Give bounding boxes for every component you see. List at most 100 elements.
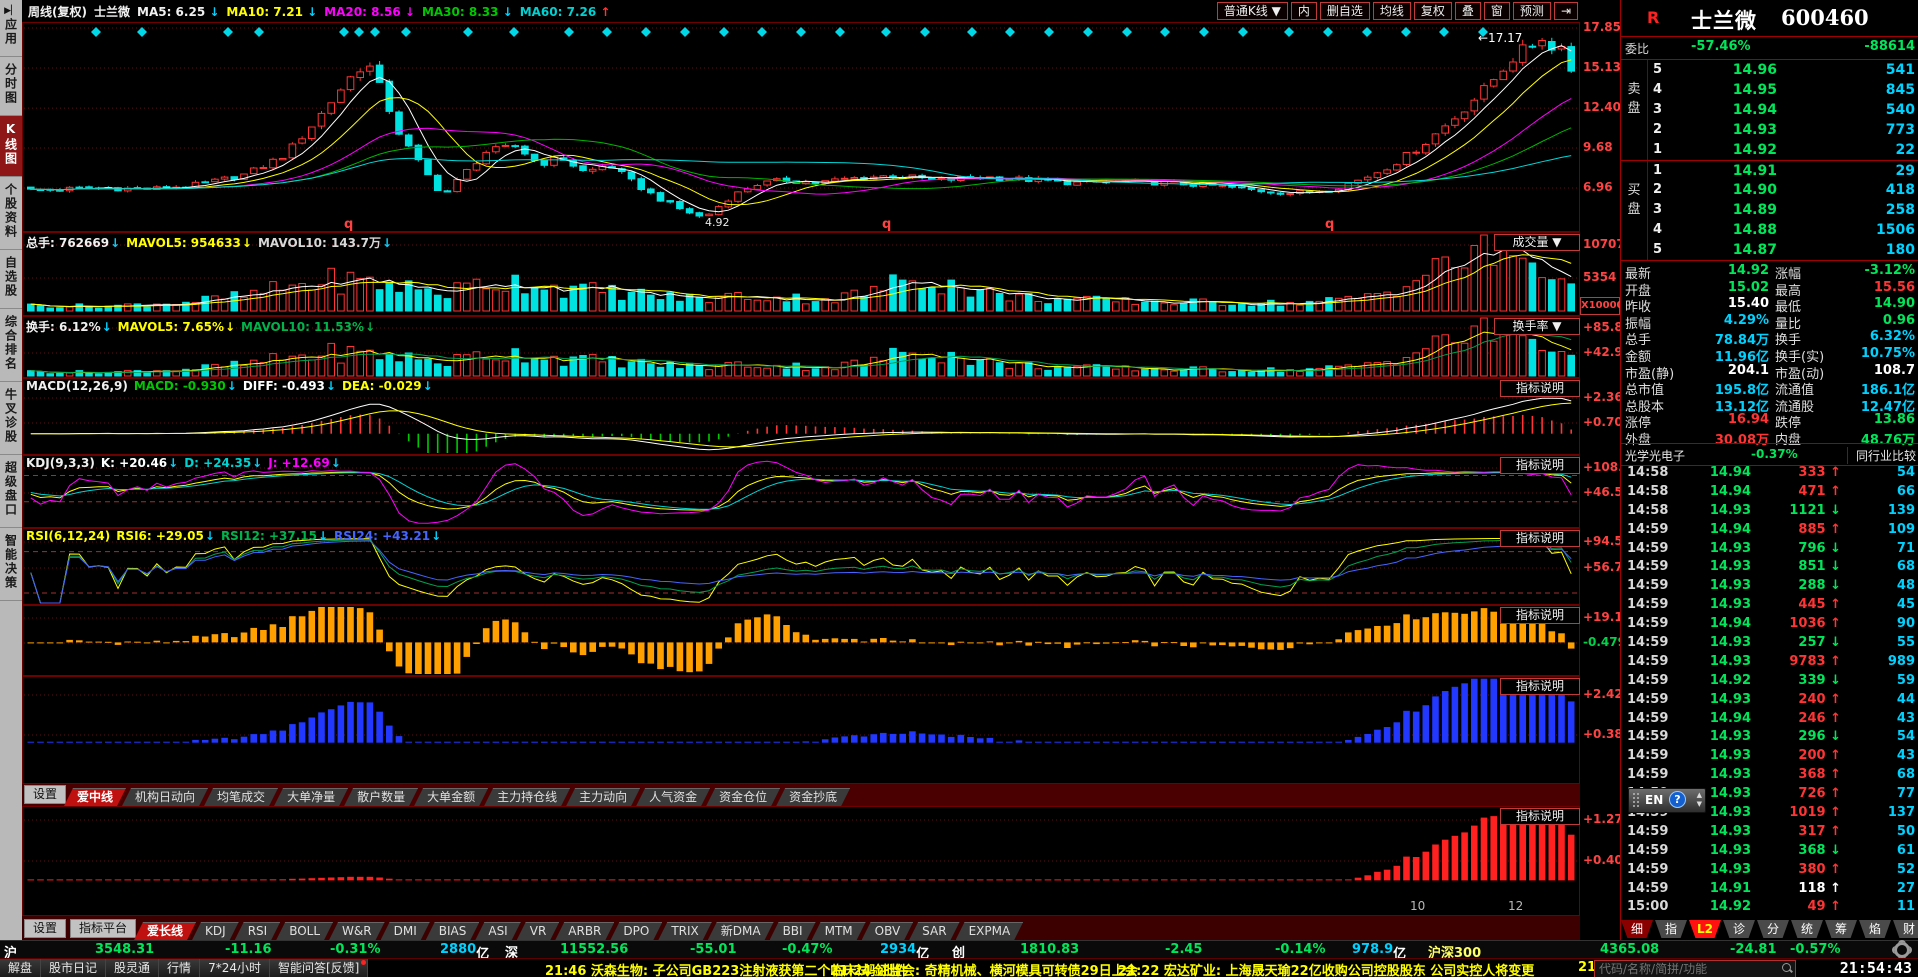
- tab-主力持仓线[interactable]: 主力持仓线: [484, 788, 570, 806]
- tab-均笔成交[interactable]: 均笔成交: [204, 788, 278, 806]
- sidebar-item-综合排名[interactable]: 综合排名: [0, 309, 22, 382]
- news-item[interactable]: 21:24 证监会: 奇精机械、横河模具可转债29日上会: [830, 960, 1138, 977]
- indicator-help-button[interactable]: 指标说明: [1500, 457, 1580, 474]
- buy-level-row[interactable]: 414.881506: [1647, 220, 1918, 240]
- tab-W&R[interactable]: W&R: [329, 922, 385, 940]
- menu-股市日记[interactable]: 股市日记: [41, 959, 106, 977]
- toolbar-button-⇥[interactable]: ⇥: [1554, 2, 1578, 20]
- sector-name: 光学光电子: [1625, 447, 1685, 464]
- volume-dropdown-button[interactable]: 成交量 ▼: [1494, 234, 1580, 251]
- sidebar-item-超级盘口[interactable]: 超级盘口: [0, 455, 22, 528]
- turnover-dropdown-button[interactable]: 换手率 ▼: [1494, 318, 1580, 335]
- trade-row: 14:5914.93445 ↑45: [1621, 596, 1918, 615]
- tab-机构日动向[interactable]: 机构日动向: [122, 788, 208, 806]
- quote-tab-分[interactable]: 分: [1757, 920, 1789, 938]
- quote-tab-统[interactable]: 统: [1791, 920, 1823, 938]
- tab-ASI[interactable]: ASI: [475, 922, 520, 940]
- menu-解盘[interactable]: 解盘: [0, 959, 41, 977]
- bottom-status-bar: 解盘股市日记股灵通行情7*24小时智能问答[反馈] 21:46 沃森生物: 子公…: [0, 958, 1918, 977]
- sidebar-item-K线图[interactable]: K线图: [0, 116, 22, 177]
- tab-OBV[interactable]: OBV: [862, 922, 914, 940]
- drag-handle-icon[interactable]: [1632, 792, 1640, 808]
- ime-help-icon[interactable]: ?: [1669, 791, 1686, 808]
- quote-tab-L2[interactable]: L2: [1689, 920, 1721, 938]
- toolbar-button-删自选[interactable]: 删自选: [1320, 2, 1370, 20]
- tab-TRIX[interactable]: TRIX: [658, 922, 711, 940]
- sell-level-row[interactable]: 214.93773: [1647, 120, 1918, 140]
- indicator-help-button[interactable]: 指标说明: [1500, 530, 1580, 547]
- sell-level-row[interactable]: 114.9222: [1647, 140, 1918, 160]
- search-icon[interactable]: [1782, 963, 1791, 972]
- sidebar-item-自选股[interactable]: 自选股: [0, 250, 22, 309]
- tab-BOLL[interactable]: BOLL: [276, 922, 333, 940]
- sidebar-item-应用[interactable]: ▶▏应用: [0, 0, 22, 57]
- buy-level-row[interactable]: 514.87180: [1647, 240, 1918, 260]
- tab-新DMA[interactable]: 新DMA: [708, 922, 774, 940]
- toolbar-button-内[interactable]: 内: [1291, 2, 1317, 20]
- tab-SAR[interactable]: SAR: [909, 922, 959, 940]
- tab-人气资金[interactable]: 人气资金: [636, 788, 710, 806]
- quote-tab-筹[interactable]: 筹: [1825, 920, 1857, 938]
- buy-level-row[interactable]: 314.89258: [1647, 200, 1918, 220]
- tab-BIAS[interactable]: BIAS: [426, 922, 480, 940]
- tab-设置[interactable]: 设置: [24, 785, 66, 804]
- quote-tab-诊[interactable]: 诊: [1723, 920, 1755, 938]
- search-input[interactable]: [1597, 961, 1777, 977]
- indicator-header-segment: D: +24.35: [184, 456, 251, 470]
- menu-行情[interactable]: 行情: [159, 959, 200, 977]
- tab-RSI[interactable]: RSI: [235, 922, 281, 940]
- menu-智能问答[反馈][interactable]: 智能问答[反馈]: [270, 959, 368, 977]
- quote-tab-指[interactable]: 指: [1655, 920, 1687, 938]
- input-method-toolbar[interactable]: EN ? ▲▼: [1628, 788, 1706, 813]
- sidebar-item-牛叉诊股[interactable]: 牛叉诊股: [0, 382, 22, 455]
- tab-资金仓位[interactable]: 资金仓位: [706, 788, 780, 806]
- tab-指标平台[interactable]: 指标平台: [70, 919, 136, 938]
- menu-股灵通[interactable]: 股灵通: [106, 959, 159, 977]
- tab-MTM[interactable]: MTM: [812, 922, 866, 940]
- tab-BBI[interactable]: BBI: [770, 922, 816, 940]
- tab-爱长线[interactable]: 爱长线: [134, 922, 196, 940]
- toolbar-button-均线[interactable]: 均线: [1373, 2, 1411, 20]
- stock-search-box[interactable]: [1594, 960, 1796, 977]
- quote-tab-焰[interactable]: 焰: [1859, 920, 1891, 938]
- tab-散户数量[interactable]: 散户数量: [344, 788, 418, 806]
- kline-header-bar: 周线(复权)士兰微MA5: 6.25 ↓MA10: 7.21 ↓MA20: 8.…: [22, 0, 1580, 23]
- tick-trade-list[interactable]: 14:5814.94333 ↑5414:5814.94471 ↑6614:581…: [1621, 464, 1918, 918]
- industry-compare-button[interactable]: 同行业比较: [1847, 447, 1916, 464]
- tab-VR[interactable]: VR: [517, 922, 560, 940]
- tab-大单净量[interactable]: 大单净量: [274, 788, 348, 806]
- tab-DMI[interactable]: DMI: [381, 922, 430, 940]
- sell-level-row[interactable]: 514.96541: [1647, 60, 1918, 80]
- toolbar-button-普通K线 ▼[interactable]: 普通K线 ▼: [1217, 2, 1288, 20]
- sell-level-row[interactable]: 314.94540: [1647, 100, 1918, 120]
- tab-DPO[interactable]: DPO: [610, 922, 662, 940]
- indicator-help-button[interactable]: 指标说明: [1500, 808, 1580, 825]
- buy-level-row[interactable]: 214.90418: [1647, 180, 1918, 200]
- news-item[interactable]: 21:22 宏达矿业: 上海晟天瑜22亿收购公司控股股东 公司实控人将变更: [1118, 960, 1534, 977]
- sidebar-item-智能决策[interactable]: 智能决策: [0, 528, 22, 601]
- gear-icon[interactable]: [1894, 942, 1910, 958]
- toolbar-button-预测[interactable]: 预测: [1513, 2, 1551, 20]
- tab-EXPMA[interactable]: EXPMA: [956, 922, 1024, 940]
- indicator-help-button[interactable]: 指标说明: [1500, 607, 1580, 624]
- tab-ARBR[interactable]: ARBR: [555, 922, 614, 940]
- toolbar-button-复权[interactable]: 复权: [1414, 2, 1452, 20]
- ime-spinner-icon[interactable]: ▲▼: [1697, 791, 1702, 809]
- sell-level-row[interactable]: 414.95845: [1647, 80, 1918, 100]
- tab-爱中线[interactable]: 爱中线: [64, 788, 126, 806]
- indicator-help-button[interactable]: 指标说明: [1500, 678, 1580, 695]
- indicator-help-button[interactable]: 指标说明: [1500, 380, 1580, 397]
- tab-设置[interactable]: 设置: [24, 919, 66, 938]
- tab-资金抄底[interactable]: 资金抄底: [776, 788, 850, 806]
- tab-主力动向[interactable]: 主力动向: [566, 788, 640, 806]
- tab-大单金额[interactable]: 大单金额: [414, 788, 488, 806]
- menu-7*24小时[interactable]: 7*24小时: [200, 959, 270, 977]
- quote-tab-细[interactable]: 细: [1621, 920, 1653, 938]
- quote-tab-财[interactable]: 财: [1893, 920, 1918, 938]
- toolbar-button-叠[interactable]: 叠: [1455, 2, 1481, 20]
- sidebar-item-分时图[interactable]: 分时图: [0, 57, 22, 116]
- tab-KDJ[interactable]: KDJ: [192, 922, 239, 940]
- buy-level-row[interactable]: 114.9129: [1647, 160, 1918, 181]
- sidebar-item-个股资料[interactable]: 个股资料: [0, 177, 22, 250]
- toolbar-button-窗[interactable]: 窗: [1484, 2, 1510, 20]
